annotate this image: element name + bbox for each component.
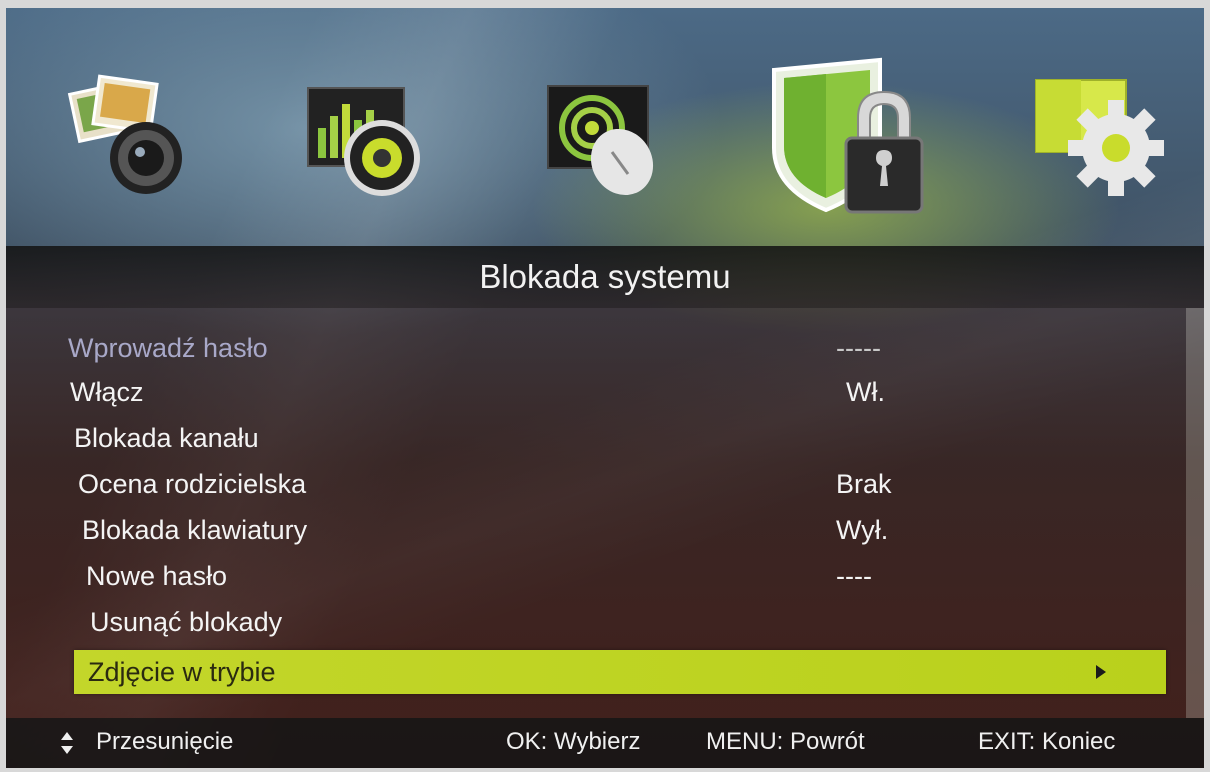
menu-item-enter-password[interactable]: Wprowadź hasło ----- xyxy=(6,326,1186,370)
menu-item-label: Zdjęcie w trybie xyxy=(88,657,276,687)
footer-ok-hint: OK: Wybierz xyxy=(506,728,641,755)
menu-title-band: Blokada systemu xyxy=(6,246,1204,308)
menu-item-photo-mode[interactable]: Zdjęcie w trybie xyxy=(6,650,1186,694)
menu-title: Blokada systemu xyxy=(479,258,731,295)
menu-item-remove-locks[interactable]: Usunąć blokady xyxy=(6,600,1186,644)
menu-item-new-password[interactable]: Nowe hasło ---- xyxy=(6,554,1186,598)
menu-item-label: Blokada klawiatury xyxy=(82,515,308,545)
menu-item-channel-lock[interactable]: Blokada kanału xyxy=(6,416,1186,460)
footer-exit-hint: EXIT: Koniec xyxy=(978,728,1116,755)
category-icon-bar xyxy=(6,8,1204,248)
menu-list: Wprowadź hasło ----- Włącz Wł. Blokada k… xyxy=(6,308,1186,718)
menu-item-value: Brak xyxy=(836,469,892,499)
menu-item-value: Wył. xyxy=(836,515,889,545)
shield-lock-icon[interactable] xyxy=(762,56,942,226)
menu-item-enable[interactable]: Włącz Wł. xyxy=(6,370,1186,414)
menu-item-label: Blokada kanału xyxy=(74,423,259,453)
footer-menu-hint: MENU: Powrót xyxy=(706,728,865,755)
music-speaker-icon[interactable] xyxy=(302,80,432,210)
footer-hints: Przesunięcie OK: Wybierz MENU: Powrót EX… xyxy=(6,718,1204,768)
satellite-dish-icon[interactable] xyxy=(542,78,672,208)
menu-item-label: Wprowadź hasło xyxy=(68,333,268,363)
menu-item-label: Ocena rodzicielska xyxy=(78,469,307,499)
menu-item-label: Włącz xyxy=(70,377,144,407)
menu-item-label: Nowe hasło xyxy=(86,561,228,591)
menu-item-parental-rating[interactable]: Ocena rodzicielska Brak xyxy=(6,462,1186,506)
tv-screen: Blokada systemu Wprowadź hasło ----- Włą… xyxy=(6,8,1204,768)
menu-item-value: ----- xyxy=(836,333,881,363)
menu-item-keyboard-lock[interactable]: Blokada klawiatury Wył. xyxy=(6,508,1186,552)
photo-camera-icon[interactable] xyxy=(62,70,192,200)
settings-gear-icon[interactable] xyxy=(1032,78,1182,208)
menu-item-value: Wł. xyxy=(846,377,885,407)
menu-scrollbar[interactable] xyxy=(1186,308,1204,718)
up-down-arrows-icon xyxy=(61,732,73,754)
menu-item-value: ---- xyxy=(836,561,872,591)
footer-move-hint: Przesunięcie xyxy=(96,728,234,755)
menu-item-label: Usunąć blokady xyxy=(90,607,283,637)
